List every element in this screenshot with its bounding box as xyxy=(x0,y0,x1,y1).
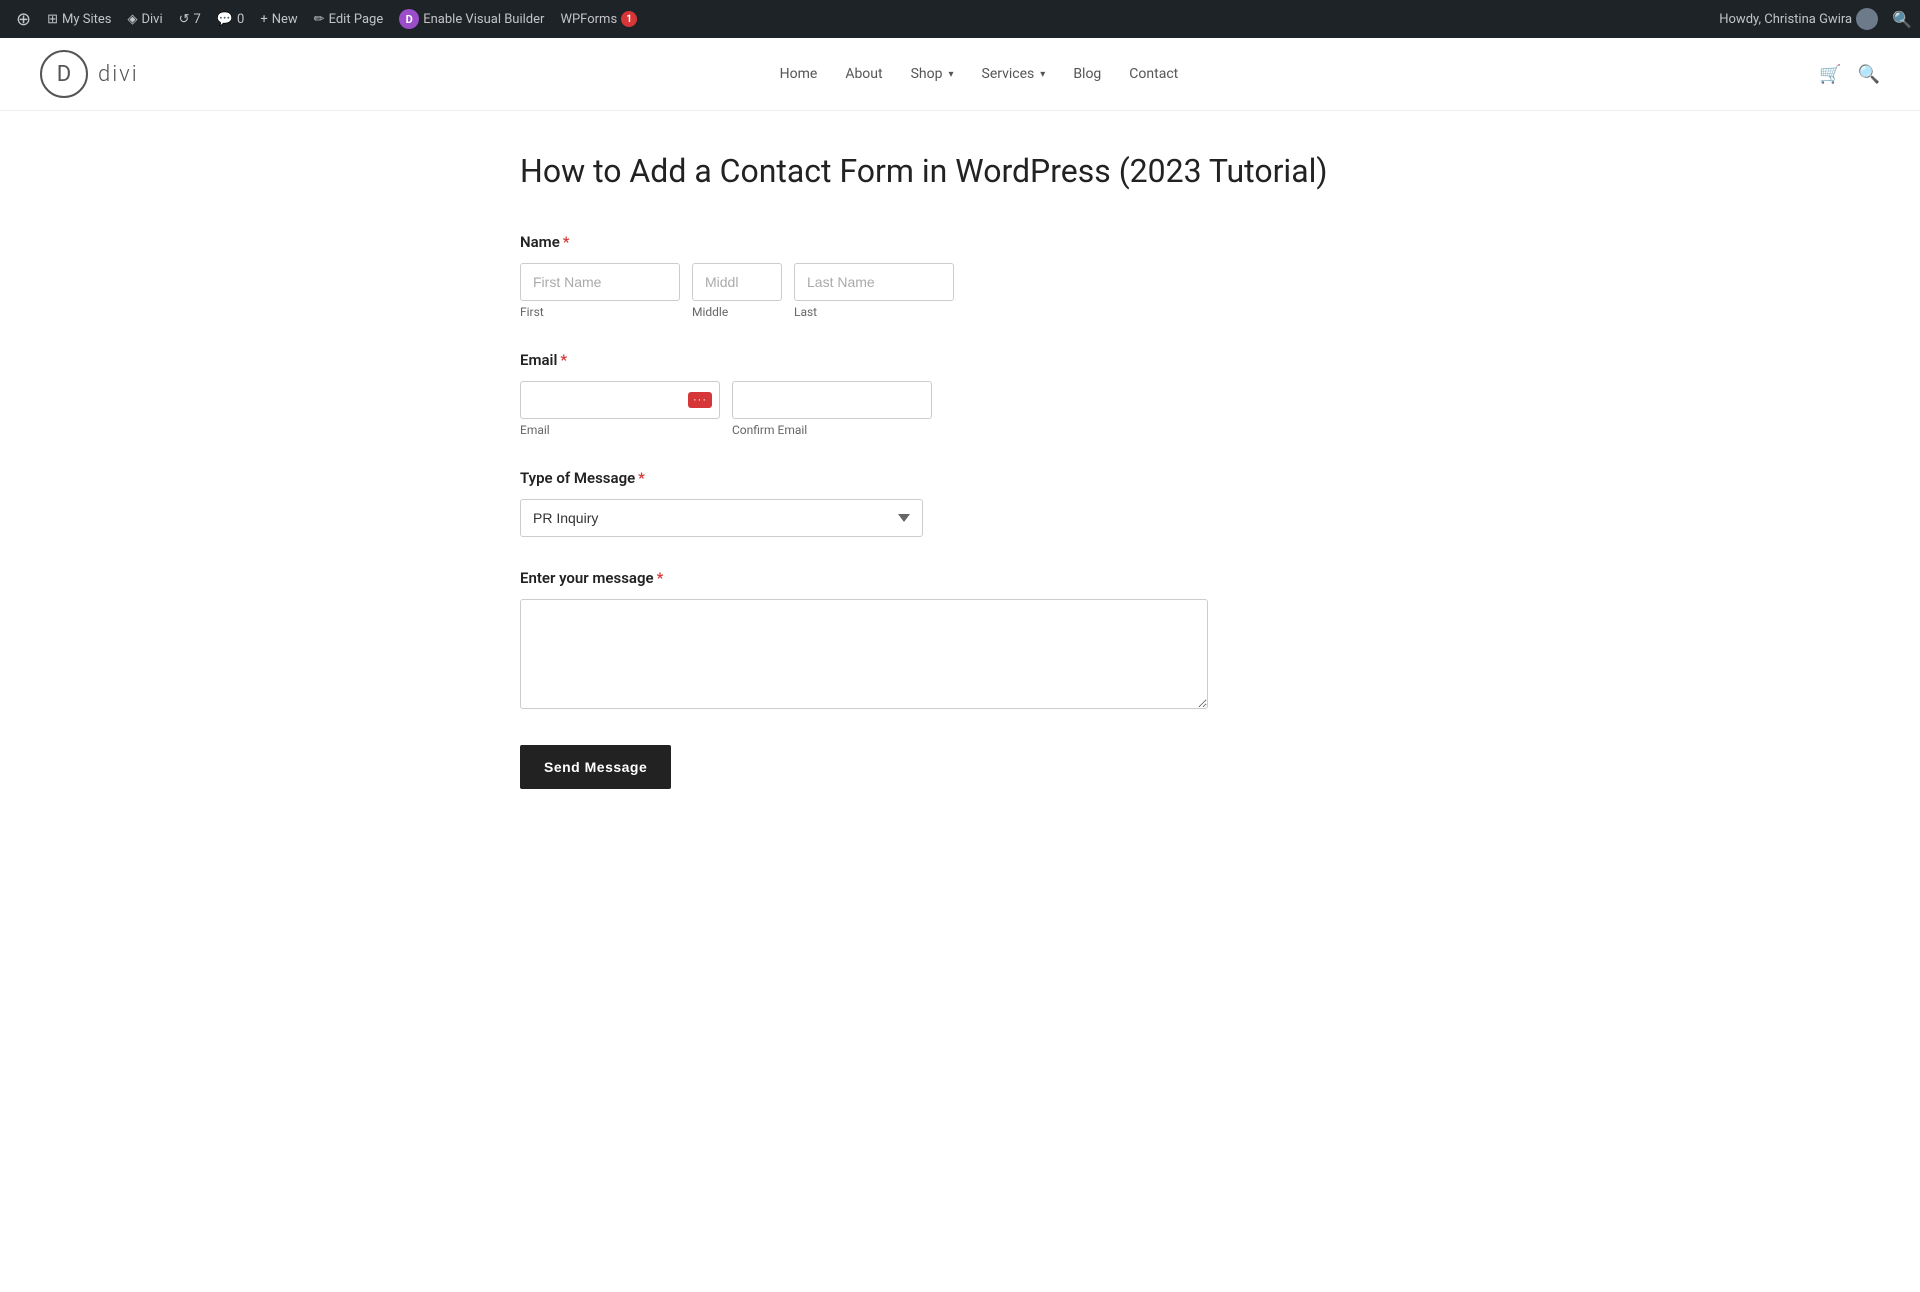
wpforms-badge: 1 xyxy=(621,11,637,27)
nav-shop[interactable]: Shop xyxy=(911,66,954,82)
my-sites-icon: ⊞ xyxy=(47,12,58,27)
comments-icon: 💬 xyxy=(217,12,233,27)
cart-icon[interactable]: 🛒 xyxy=(1819,64,1841,85)
email-options-button[interactable]: ··· xyxy=(688,392,712,408)
name-section: Name* First Middle Last xyxy=(520,233,1400,319)
first-name-input[interactable] xyxy=(520,263,680,301)
divi-icon: ◈ xyxy=(127,12,137,27)
middle-sublabel: Middle xyxy=(692,305,782,319)
middle-name-input[interactable] xyxy=(692,263,782,301)
admin-bar-right: Howdy, Christina Gwira 🔍 xyxy=(1719,8,1912,30)
wpforms-label: WPForms xyxy=(560,12,617,27)
new-menu[interactable]: + New xyxy=(252,0,305,38)
my-sites-label: My Sites xyxy=(62,12,111,27)
site-nav: Home About Shop Services Blog Contact xyxy=(780,66,1179,82)
nav-about[interactable]: About xyxy=(845,66,882,82)
comments-count: 0 xyxy=(237,12,244,27)
email-section: Email* ··· Email Confirm Email xyxy=(520,351,1400,437)
logo-icon: D xyxy=(40,50,88,98)
name-field-group: First Middle Last xyxy=(520,263,1400,319)
submit-section: Send Message xyxy=(520,745,1400,789)
wpforms-menu[interactable]: WPForms 1 xyxy=(552,0,645,38)
nav-services[interactable]: Services xyxy=(982,66,1046,82)
search-icon-admin[interactable]: 🔍 xyxy=(1892,10,1912,29)
main-content: How to Add a Contact Form in WordPress (… xyxy=(480,151,1440,789)
message-label: Enter your message* xyxy=(520,569,1400,587)
edit-page-label: Edit Page xyxy=(329,12,384,27)
email-input-wrapper: ··· xyxy=(520,381,720,419)
message-type-required: * xyxy=(638,469,645,487)
edit-icon: ✏ xyxy=(314,12,325,27)
email-wrapper: ··· Email xyxy=(520,381,720,437)
nav-contact[interactable]: Contact xyxy=(1129,66,1178,82)
new-label: New xyxy=(272,12,298,27)
divi-label: Divi xyxy=(141,12,162,27)
message-required: * xyxy=(657,569,664,587)
name-label: Name* xyxy=(520,233,1400,251)
updates-count: 7 xyxy=(194,12,201,27)
email-sublabel: Email xyxy=(520,423,720,437)
last-sublabel: Last xyxy=(794,305,954,319)
first-name-wrapper: First xyxy=(520,263,680,319)
admin-bar: ⊕ ⊞ My Sites ◈ Divi ↺ 7 💬 0 + New ✏ Edit… xyxy=(0,0,1920,38)
message-type-section: Type of Message* PR Inquiry General Inqu… xyxy=(520,469,1400,537)
name-required: * xyxy=(563,233,570,251)
message-type-select[interactable]: PR Inquiry General Inquiry Support Other xyxy=(520,499,923,537)
confirm-email-input[interactable] xyxy=(732,381,932,419)
divi-menu[interactable]: ◈ Divi xyxy=(119,0,170,38)
email-required: * xyxy=(560,351,567,369)
nav-home[interactable]: Home xyxy=(780,66,818,82)
page-title: How to Add a Contact Form in WordPress (… xyxy=(520,151,1400,193)
search-icon[interactable]: 🔍 xyxy=(1858,64,1880,85)
message-section: Enter your message* xyxy=(520,569,1400,713)
email-field-group: ··· Email Confirm Email xyxy=(520,381,1400,437)
submit-button[interactable]: Send Message xyxy=(520,745,671,789)
nav-icons: 🛒 🔍 xyxy=(1819,64,1880,85)
updates-menu[interactable]: ↺ 7 xyxy=(171,0,209,38)
wordpress-icon: ⊕ xyxy=(16,9,31,30)
confirm-email-sublabel: Confirm Email xyxy=(732,423,932,437)
last-name-input[interactable] xyxy=(794,263,954,301)
enable-vb-label: Enable Visual Builder xyxy=(423,12,544,27)
edit-page-menu[interactable]: ✏ Edit Page xyxy=(306,0,392,38)
logo-text: divi xyxy=(98,62,139,87)
site-header: D divi Home About Shop Services Blog Con… xyxy=(0,38,1920,111)
message-textarea[interactable] xyxy=(520,599,1208,709)
first-sublabel: First xyxy=(520,305,680,319)
comments-menu[interactable]: 💬 0 xyxy=(209,0,253,38)
nav-blog[interactable]: Blog xyxy=(1073,66,1101,82)
updates-icon: ↺ xyxy=(179,12,190,27)
plus-icon: + xyxy=(260,12,267,27)
contact-form: Name* First Middle Last Email* xyxy=(520,233,1400,789)
middle-name-wrapper: Middle xyxy=(692,263,782,319)
enable-vb-menu[interactable]: D Enable Visual Builder xyxy=(391,0,552,38)
admin-avatar xyxy=(1856,8,1878,30)
my-sites-menu[interactable]: ⊞ My Sites xyxy=(39,0,119,38)
wp-logo-menu[interactable]: ⊕ xyxy=(8,0,39,38)
divi-d-icon: D xyxy=(399,9,419,29)
message-type-label: Type of Message* xyxy=(520,469,1400,487)
confirm-email-wrapper: Confirm Email xyxy=(732,381,932,437)
last-name-wrapper: Last xyxy=(794,263,954,319)
site-logo[interactable]: D divi xyxy=(40,50,139,98)
email-label: Email* xyxy=(520,351,1400,369)
howdy-label: Howdy, Christina Gwira xyxy=(1719,12,1852,27)
